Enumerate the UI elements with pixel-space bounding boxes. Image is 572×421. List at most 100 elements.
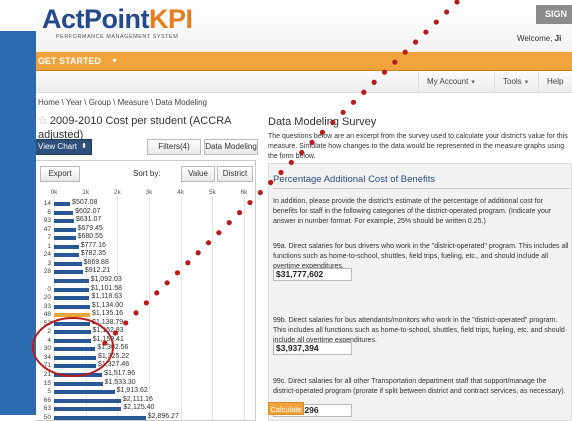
bar[interactable] <box>54 227 76 232</box>
value-label: $680.55 <box>77 233 103 241</box>
export-button[interactable]: Export <box>40 166 80 182</box>
row-label: 15 <box>43 379 51 387</box>
bar[interactable] <box>54 270 83 275</box>
x-tick-label: 6k <box>240 189 248 196</box>
bar[interactable] <box>54 407 122 412</box>
menu-tools[interactable]: Tools ▾ <box>494 71 538 93</box>
gridline <box>244 197 245 420</box>
row-label: 28 <box>43 268 51 276</box>
sort-value-button[interactable]: Value <box>181 166 215 182</box>
bar[interactable] <box>54 330 91 335</box>
row-label: 7 <box>47 234 51 242</box>
divider <box>273 188 569 189</box>
sign-out-button[interactable]: SIGN OUT <box>536 5 572 38</box>
menu-label: My Account <box>427 77 469 86</box>
survey-panel: Percentage Additional Cost of Benefits I… <box>268 163 572 421</box>
sort-district-button[interactable]: District <box>217 166 253 182</box>
bar[interactable] <box>54 304 90 309</box>
user-menu-bar: My Account ▾ Tools ▾ Help <box>36 71 572 93</box>
bar[interactable] <box>54 390 115 395</box>
value-label: $1,517.96 <box>104 370 136 377</box>
bar-highlighted[interactable] <box>54 313 90 318</box>
chevron-down-icon[interactable]: ▼ <box>111 52 118 71</box>
row-label: 47 <box>43 225 51 233</box>
data-modeling-button[interactable]: Data Modeling <box>204 139 258 155</box>
menu-my-account[interactable]: My Account ▾ <box>418 71 494 93</box>
bar[interactable] <box>54 219 74 224</box>
app-header: ActPointKPI PERFORMANCE MANAGEMENT SYSTE… <box>36 0 572 52</box>
filters-button[interactable]: Filters(4) <box>147 139 201 155</box>
gridline <box>212 197 214 420</box>
bar[interactable] <box>54 244 79 249</box>
view-select[interactable]: View Chart ⬍ <box>36 139 92 155</box>
tagline: PERFORMANCE MANAGEMENT SYSTEM <box>56 34 179 40</box>
row-label: 1 <box>47 242 51 250</box>
value-label: $1,101.58 <box>90 284 123 292</box>
value-label: $631.07 <box>75 216 102 224</box>
bar[interactable] <box>54 278 89 283</box>
bar[interactable] <box>54 296 90 301</box>
breadcrumb[interactable]: Home \ Year \ Group \ Measure \ Data Mod… <box>38 98 207 107</box>
value-label: $1,152.83 <box>92 327 124 335</box>
data-modeling-intro: The questions below are an excerpt from … <box>268 133 568 160</box>
star-icon[interactable]: ☆ <box>38 115 48 127</box>
x-tick-label: 3k <box>145 189 153 196</box>
value-label: $1,092.03 <box>90 275 122 283</box>
x-tick-label: 0k <box>50 189 58 196</box>
bar[interactable] <box>54 347 96 352</box>
answer-input[interactable]: $3,937,394 <box>273 342 352 355</box>
menu-label: Tools <box>503 77 522 86</box>
value-label: $2,111.16 <box>122 395 153 403</box>
row-label: 21 <box>43 371 51 378</box>
value-label: $782.35 <box>80 250 107 258</box>
bar[interactable] <box>54 415 146 420</box>
bar[interactable] <box>54 261 82 266</box>
measure-title-text: 2009-2010 Cost per student (ACCRA adjust… <box>38 115 231 141</box>
value-label: $1,134.00 <box>91 301 124 309</box>
bar[interactable] <box>54 381 103 386</box>
value-label: $1,913.62 <box>116 387 148 395</box>
bar[interactable] <box>54 398 121 403</box>
bar[interactable] <box>54 355 96 360</box>
page-title: ☆ 2009-2010 Cost per student (ACCRA adjus… <box>38 114 248 142</box>
value-label: $602.07 <box>75 207 101 215</box>
value-label: $869.88 <box>83 258 109 266</box>
updown-icon: ⬍ <box>81 143 87 150</box>
value-label: $1,118.63 <box>91 293 123 301</box>
calculate-button[interactable]: Calculate <box>268 402 304 415</box>
answer-input[interactable]: $31,777,602 <box>273 268 352 281</box>
bar[interactable] <box>54 202 71 206</box>
bar[interactable] <box>54 338 91 343</box>
row-label: 30 <box>43 345 51 353</box>
bar[interactable] <box>54 210 74 215</box>
section-title: Percentage Additional Cost of Benefits <box>273 174 436 185</box>
row-label: 2 <box>47 328 51 336</box>
row-label: 20 <box>43 294 51 302</box>
bar[interactable] <box>54 287 89 292</box>
row-label: 52 <box>43 319 51 327</box>
value-label: $1,135.16 <box>91 310 124 318</box>
value-label: $777.16 <box>80 241 106 249</box>
bar[interactable] <box>54 253 79 258</box>
menu-help[interactable]: Help <box>538 71 572 93</box>
row-label: 93 <box>43 217 51 225</box>
value-label: $1,302.56 <box>97 344 129 352</box>
bar[interactable] <box>54 236 76 241</box>
welcome-name: Ji <box>554 34 562 43</box>
view-select-label: View Chart <box>38 142 77 151</box>
row-label: 24 <box>43 251 51 259</box>
bar[interactable] <box>54 364 97 369</box>
value-label: $2,896.27 <box>147 412 179 420</box>
get-started-menu[interactable]: GET STARTED <box>38 52 101 71</box>
app-window: ActPointKPI PERFORMANCE MANAGEMENT SYSTE… <box>36 0 572 421</box>
chevron-down-icon: ▾ <box>524 79 529 86</box>
x-tick-label: 1k <box>82 189 90 196</box>
row-label: 5 <box>47 388 51 396</box>
row-label: 14 <box>43 200 51 207</box>
bar[interactable] <box>54 321 91 326</box>
sort-by-label: Sort by: <box>133 169 161 178</box>
logo[interactable]: ActPointKPI <box>42 5 193 34</box>
row-label: 63 <box>43 405 51 413</box>
gridline <box>149 197 150 420</box>
bar[interactable] <box>54 373 103 377</box>
